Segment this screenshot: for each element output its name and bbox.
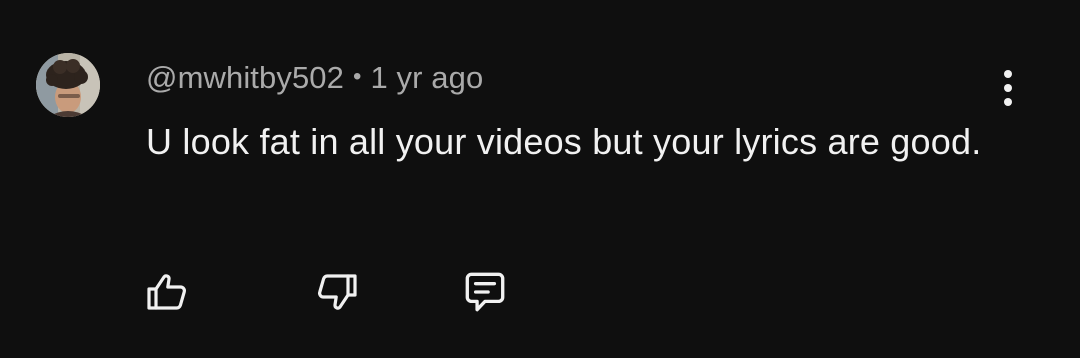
thumbs-up-icon [147, 274, 186, 310]
dislike-button[interactable] [308, 262, 366, 322]
avatar-image [36, 53, 100, 117]
avatar[interactable] [36, 53, 100, 117]
comment-author[interactable]: @mwhitby502 [146, 60, 344, 96]
comment-thread-item: @mwhitby502 • 1 yr ago U look fat in all… [0, 0, 1080, 358]
more-options-button[interactable] [986, 64, 1030, 112]
more-vertical-icon-dot [1004, 84, 1012, 92]
reply-button[interactable] [456, 262, 514, 322]
like-button[interactable] [138, 262, 196, 322]
comment-reply-icon [465, 272, 505, 312]
comment-text: U look fat in all your videos but your l… [146, 121, 982, 162]
comment-timestamp[interactable]: 1 yr ago [371, 60, 484, 96]
thumbs-down-icon [318, 274, 357, 310]
more-vertical-icon [1004, 70, 1012, 78]
comment-meta: @mwhitby502 • 1 yr ago [146, 58, 483, 98]
more-vertical-icon-dot [1004, 98, 1012, 106]
meta-separator: • [352, 63, 362, 90]
